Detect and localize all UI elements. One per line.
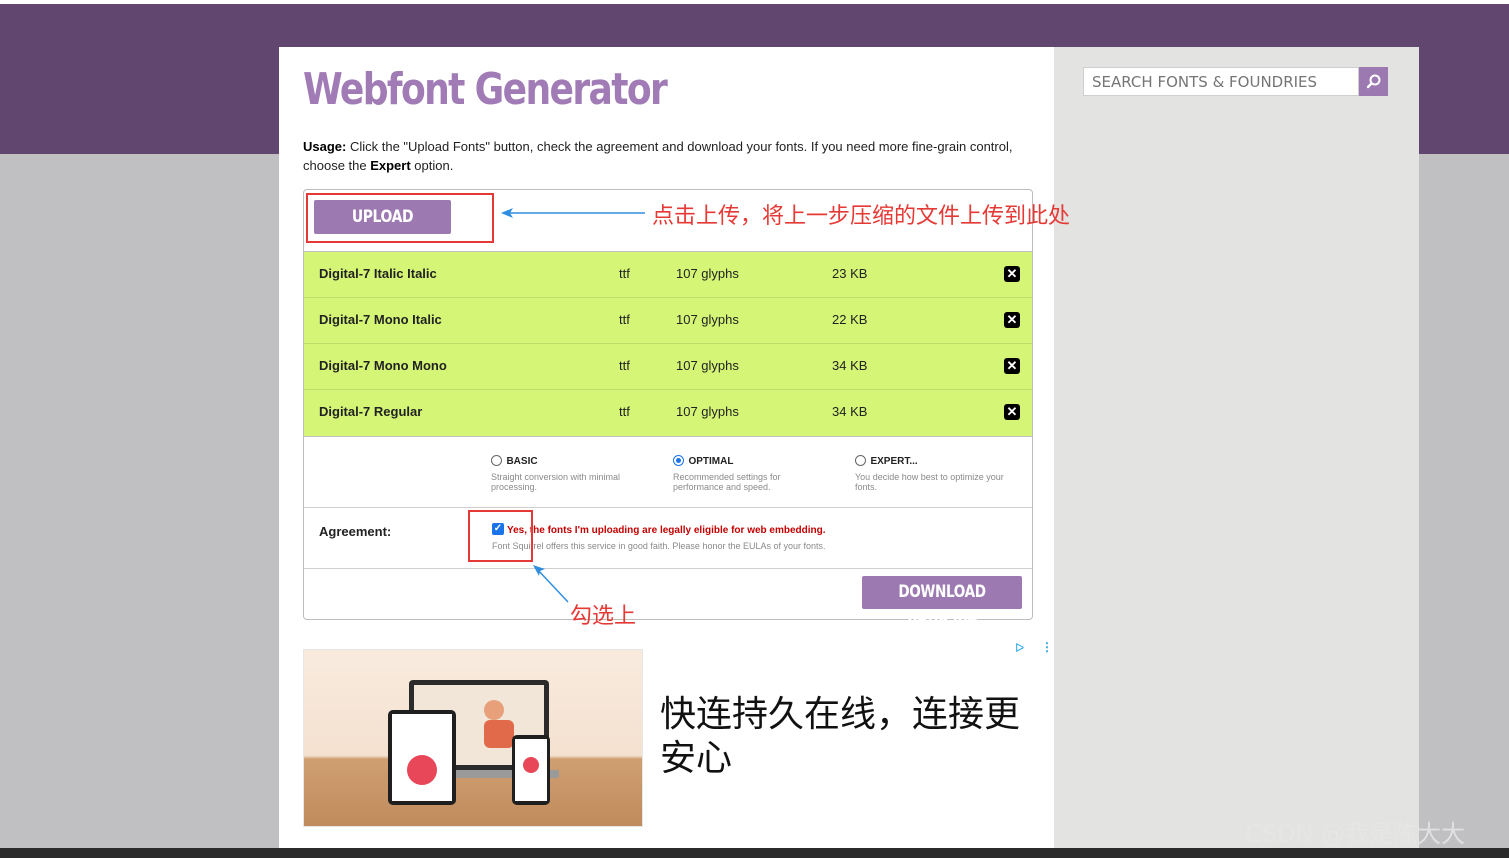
ad-image[interactable] [303, 649, 643, 827]
uploaded-font-list: Digital-7 Italic Italic ttf 107 glyphs 2… [304, 251, 1032, 437]
remove-font-icon[interactable]: ✕ [1004, 266, 1020, 282]
font-name: Digital-7 Mono Mono [319, 358, 447, 373]
bottom-strip [0, 848, 1509, 858]
upload-annotation-arrow [501, 208, 645, 218]
mode-optimal[interactable]: OPTIMAL Recommended settings for perform… [673, 451, 833, 492]
remove-font-icon[interactable]: ✕ [1004, 404, 1020, 420]
mode-expert[interactable]: EXPERT... You decide how best to optimiz… [855, 451, 1015, 492]
agreement-subtext: Font Squirrel offers this service in goo… [492, 541, 826, 551]
advertisement[interactable]: 快连持久在线，连接更安心 ᐅ ⋮ [303, 639, 1054, 835]
upload-annotation-text: 点击上传，将上一步压缩的文件上传到此处 [652, 204, 1071, 229]
mode-expert-description: You decide how best to optimize your fon… [855, 472, 1004, 492]
mode-optimal-label: OPTIMAL [688, 456, 734, 467]
ad-choices-icon[interactable]: ᐅ [1015, 641, 1024, 655]
upload-annotation-box [306, 193, 494, 243]
download-kit-label: DOWNLOAD YOUR KIT [898, 582, 986, 635]
checkbox-annotation-text: 勾选上 [570, 604, 637, 629]
remove-font-icon[interactable]: ✕ [1004, 358, 1020, 374]
download-kit-button[interactable]: DOWNLOAD YOUR KIT [862, 576, 1022, 635]
font-format: ttf [619, 358, 630, 373]
font-name: Digital-7 Regular [319, 404, 423, 419]
ad-headline[interactable]: 快连持久在线，连接更安心 [660, 693, 1030, 781]
mode-expert-radio[interactable] [855, 455, 866, 466]
font-row: Digital-7 Mono Mono ttf 107 glyphs 34 KB… [304, 344, 1032, 390]
mode-basic[interactable]: BASIC Straight conversion with minimal p… [491, 451, 651, 492]
mode-optimal-description: Recommended settings for performance and… [673, 472, 781, 492]
mode-basic-description: Straight conversion with minimal process… [491, 472, 621, 492]
usage-expert-word: Expert [370, 158, 411, 173]
ad-devices-illustration [388, 680, 559, 805]
search-button[interactable] [1359, 67, 1388, 96]
font-format: ttf [619, 312, 630, 327]
font-size: 34 KB [832, 404, 868, 419]
page-title: Webfont Generator [303, 64, 668, 115]
agreement-text[interactable]: Yes, the fonts I'm uploading are legally… [507, 525, 826, 536]
mode-basic-radio[interactable] [491, 455, 502, 466]
agreement-section: Agreement: ✓ Yes, the fonts I'm uploadin… [304, 508, 1032, 569]
search-box [1083, 67, 1388, 96]
sidebar [1054, 47, 1419, 858]
font-row: Digital-7 Regular ttf 107 glyphs 34 KB ✕ [304, 390, 1032, 436]
mode-optimal-radio[interactable] [673, 455, 684, 466]
font-row: Digital-7 Italic Italic ttf 107 glyphs 2… [304, 252, 1032, 298]
font-name: Digital-7 Italic Italic [319, 266, 437, 281]
font-name: Digital-7 Mono Italic [319, 312, 442, 327]
watermark: CSDN @我是陈大大 [1245, 820, 1466, 848]
conversion-mode-options: BASIC Straight conversion with minimal p… [304, 437, 1032, 508]
checkbox-annotation-box [468, 510, 533, 562]
generator-panel: UPLOAD FONTS Digital-7 Italic Italic ttf… [303, 189, 1033, 635]
font-size: 22 KB [832, 312, 868, 327]
remove-font-icon[interactable]: ✕ [1004, 312, 1020, 328]
font-size: 23 KB [832, 266, 868, 281]
agreement-label: Agreement: [319, 524, 392, 539]
font-row: Digital-7 Mono Italic ttf 107 glyphs 22 … [304, 298, 1032, 344]
font-format: ttf [619, 266, 630, 281]
usage-label: Usage: [303, 139, 347, 154]
font-glyphs: 107 glyphs [676, 266, 739, 281]
font-glyphs: 107 glyphs [676, 404, 739, 419]
usage-text-part-2: option. [410, 158, 454, 173]
usage-text: Usage: Click the "Upload Fonts" button, … [303, 137, 1033, 175]
search-input[interactable] [1083, 67, 1359, 96]
font-size: 34 KB [832, 358, 868, 373]
font-glyphs: 107 glyphs [676, 312, 739, 327]
ad-menu-icon[interactable]: ⋮ [1041, 640, 1053, 654]
font-format: ttf [619, 404, 630, 419]
search-icon [1366, 74, 1381, 89]
font-glyphs: 107 glyphs [676, 358, 739, 373]
mode-expert-label: EXPERT... [870, 456, 918, 467]
mode-basic-label: BASIC [506, 456, 538, 467]
